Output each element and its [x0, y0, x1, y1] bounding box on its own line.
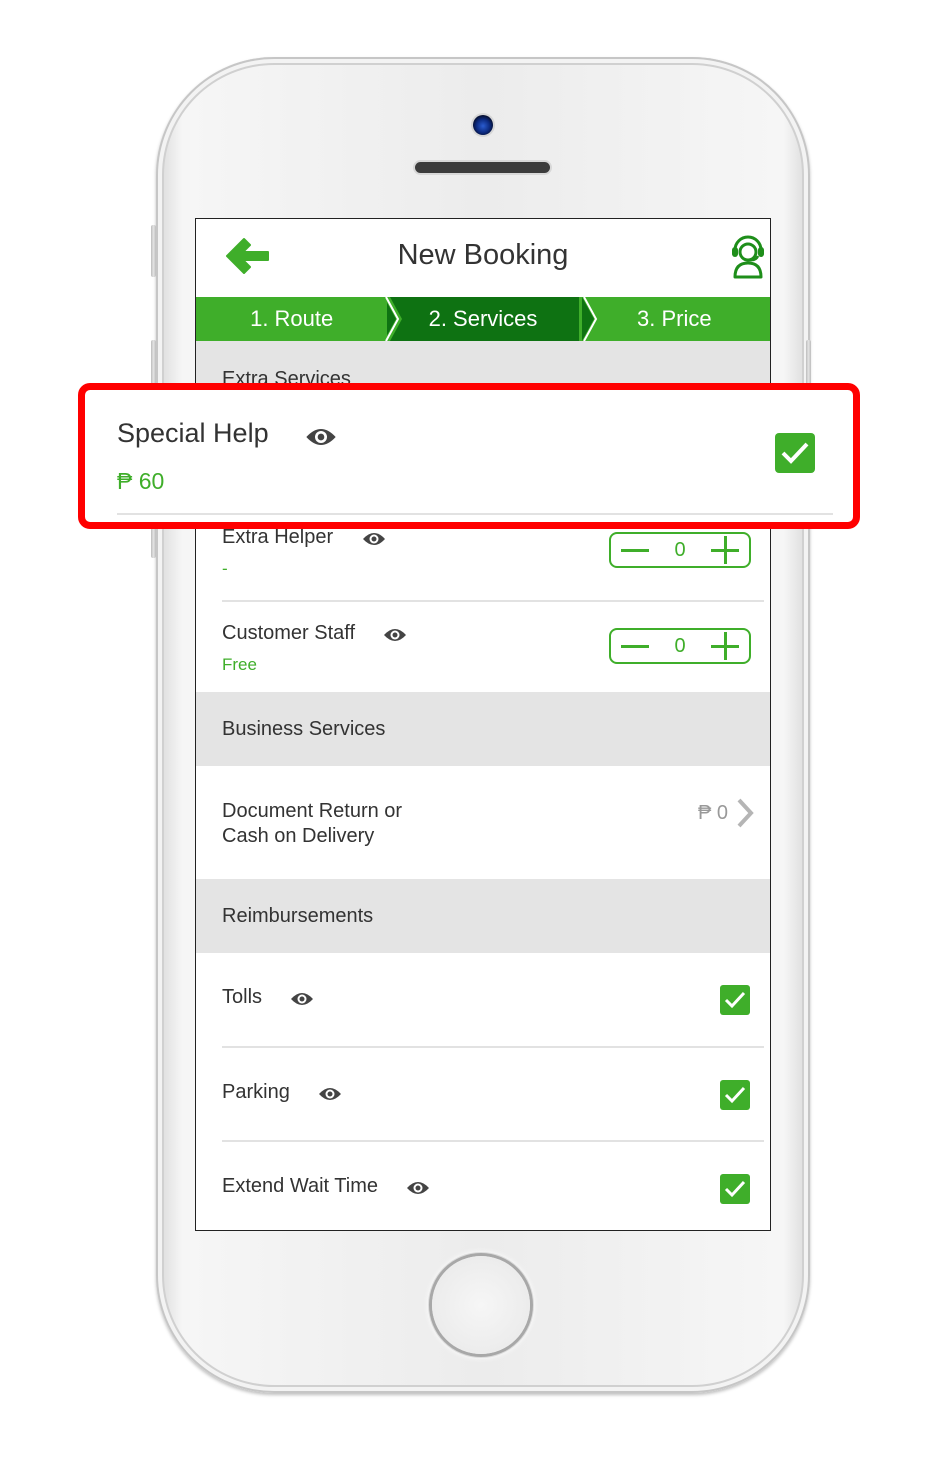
item-label: Parking	[222, 1081, 290, 1103]
booking-steps: 1. Route 2. Services 3. Price	[196, 297, 770, 341]
eye-icon[interactable]	[290, 991, 314, 1007]
front-camera	[473, 115, 493, 135]
tolls-checkbox[interactable]	[720, 985, 750, 1015]
earpiece-speaker	[415, 162, 550, 173]
decrement-button[interactable]	[621, 536, 649, 564]
eye-icon[interactable]	[305, 426, 337, 448]
item-label-line2: Cash on Delivery	[222, 825, 375, 847]
app-header: New Booking	[196, 219, 770, 297]
step-services[interactable]: 2. Services	[387, 297, 579, 341]
eye-icon[interactable]	[362, 531, 386, 547]
step-services-label: 2. Services	[428, 306, 538, 331]
eye-icon[interactable]	[318, 1086, 342, 1102]
eye-icon[interactable]	[406, 1180, 430, 1196]
extend-wait-time-checkbox[interactable]	[720, 1174, 750, 1204]
section-title: Business Services	[222, 717, 386, 740]
special-help-label: Special Help	[117, 418, 269, 448]
chevron-right-icon	[737, 798, 754, 828]
item-label: Tolls	[222, 986, 263, 1008]
highlight-special-help: Special Help ₱ 60	[78, 383, 860, 529]
quantity-stepper: 0	[609, 628, 751, 664]
divider	[117, 513, 833, 515]
item-label: Extend Wait Time	[222, 1175, 378, 1197]
list-item-extra-helper: Extra Helper - 0	[196, 518, 770, 602]
step-price[interactable]: 3. Price	[579, 297, 770, 341]
home-button[interactable]	[432, 1256, 530, 1354]
special-help-price: ₱ 60	[117, 468, 165, 494]
section-title: Reimbursements	[222, 904, 374, 927]
decrement-button[interactable]	[621, 632, 649, 660]
list-item-extend-wait-time: Extend Wait Time	[196, 1142, 770, 1230]
list-item-tolls: Tolls	[196, 953, 770, 1048]
eye-icon[interactable]	[383, 627, 407, 643]
app-screen: New Booking 1. Route 2. Services 3. Pric…	[195, 218, 771, 1231]
section-header-reimbursements: Reimbursements	[196, 879, 770, 953]
step-separator	[384, 297, 402, 341]
parking-checkbox[interactable]	[720, 1080, 750, 1110]
quantity-value: 0	[674, 634, 686, 657]
mute-switch	[151, 225, 156, 277]
quantity-stepper: 0	[609, 532, 751, 568]
step-separator	[582, 297, 598, 341]
step-route-label: 1. Route	[250, 306, 334, 331]
item-label-line1: Document Return or	[222, 800, 403, 822]
list-item-document-return[interactable]: Document Return or Cash on Delivery ₱ 0	[196, 766, 770, 879]
list-item-customer-staff: Customer Staff Free 0	[196, 602, 770, 692]
quantity-value: 0	[674, 538, 686, 561]
item-label: Extra Helper	[222, 526, 334, 548]
step-route[interactable]: 1. Route	[196, 297, 387, 341]
special-help-checkbox[interactable]	[775, 433, 815, 473]
item-price: ₱ 0	[697, 802, 728, 824]
item-label: Customer Staff	[222, 622, 356, 644]
headset-support-icon[interactable]	[730, 233, 766, 279]
page-title: New Booking	[397, 239, 569, 271]
increment-button[interactable]	[711, 536, 739, 564]
step-price-label: 3. Price	[637, 306, 712, 331]
list-item-parking: Parking	[196, 1048, 770, 1142]
increment-button[interactable]	[711, 632, 739, 660]
section-header-business-services: Business Services	[196, 692, 770, 766]
